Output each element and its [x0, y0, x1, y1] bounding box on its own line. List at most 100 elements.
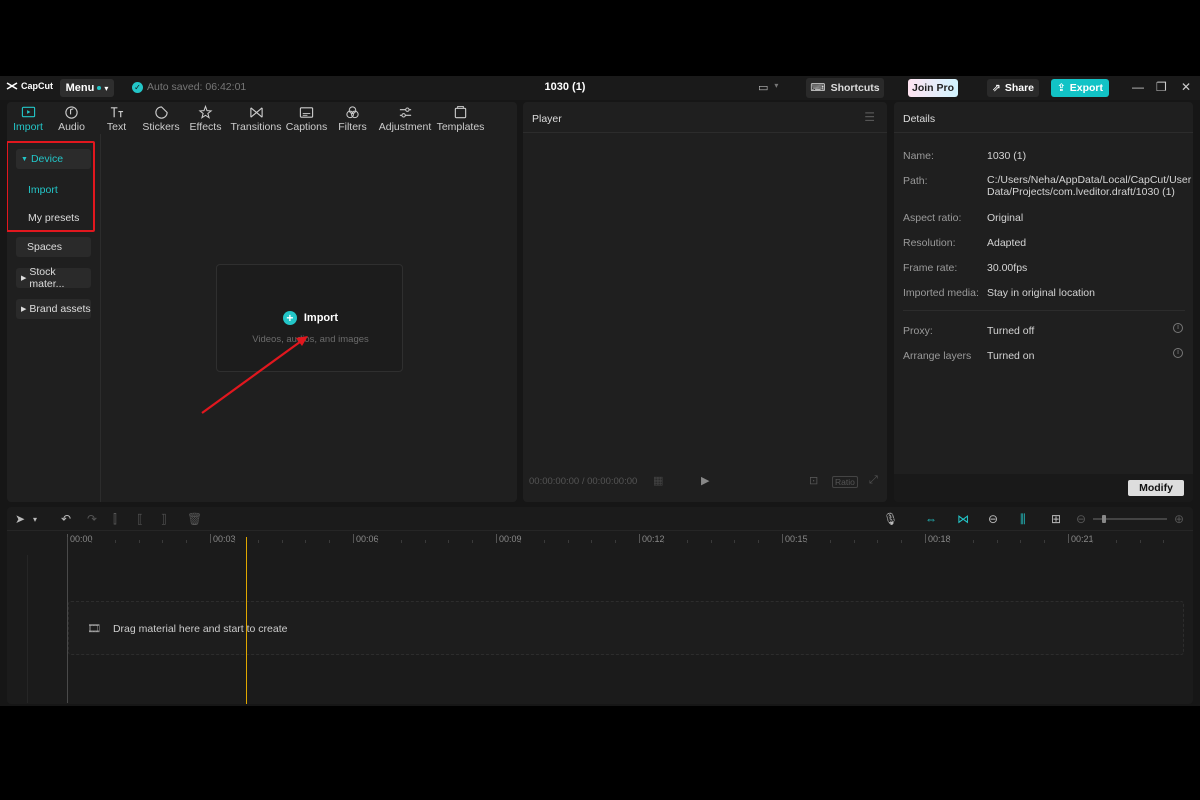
zoom-slider[interactable]	[1093, 515, 1167, 523]
import-hint: Videos, audios, and images	[252, 334, 369, 345]
sidebar-item-label: Brand assets	[29, 303, 91, 315]
ruler-tick-major	[782, 534, 783, 543]
player-timecode: 00:00:00:00 / 00:00:00:00	[529, 476, 638, 487]
zoom-out-icon[interactable]: ⊖	[1076, 512, 1086, 526]
ruler-tick-minor	[948, 540, 950, 543]
screenshot-icon[interactable]: ⊞	[1051, 512, 1061, 526]
tab-label: Stickers	[142, 121, 180, 133]
ruler-tick-minor	[615, 540, 617, 543]
close-icon[interactable]: ✕	[1181, 80, 1191, 94]
import-label: Import	[303, 312, 339, 324]
sidebar-item-stock-material[interactable]: ▶ Stock mater...	[16, 266, 91, 290]
player-title: Player	[532, 113, 562, 125]
capcut-window: CapCut Menu ▾ ✓ Auto saved: 06:42:01 103…	[0, 76, 1200, 706]
details-title: Details	[903, 113, 936, 125]
sidebar-item-spaces[interactable]: Spaces	[16, 237, 91, 257]
import-icon	[21, 106, 35, 118]
tab-transitions[interactable]: Transitions	[228, 102, 284, 133]
timeline-ruler[interactable]: 00:00 00:03 00:06 00:09 00:12 00:15 00:18 00:21	[7, 531, 1193, 551]
tab-stickers[interactable]: Stickers	[139, 102, 183, 133]
ruler-tick-major	[925, 534, 926, 543]
caret-right-icon: ▶	[21, 275, 27, 282]
export-button[interactable]: ⇪ Export	[1051, 79, 1109, 97]
split-left-icon[interactable]: ⟦	[137, 512, 143, 526]
ratio-button[interactable]: Ratio	[832, 476, 858, 488]
tab-templates[interactable]: Templates	[434, 102, 487, 133]
select-cursor-icon[interactable]: ➤	[15, 512, 25, 526]
tab-captions[interactable]: Captions	[284, 102, 329, 133]
text-icon	[110, 107, 124, 118]
sidebar-item-brand-assets[interactable]: ▶ Brand assets	[16, 299, 91, 319]
ruler-tick-minor	[472, 540, 474, 543]
preview-axis-icon[interactable]: ⫼	[1020, 512, 1026, 527]
playhead[interactable]	[246, 537, 247, 704]
details-panel: Details Name: 1030 (1) Path: C:/Users/Ne…	[894, 102, 1193, 502]
tab-label: Filters	[338, 121, 367, 133]
undo-icon[interactable]: ↶	[61, 512, 71, 526]
ruler-tick-label: 00:18	[928, 534, 951, 544]
ruler-tick-minor	[710, 540, 712, 543]
effects-icon	[198, 105, 213, 119]
menu-button[interactable]: Menu ▾	[60, 79, 114, 97]
share-button[interactable]: ⇗ Share	[987, 79, 1039, 97]
ruler-tick-minor	[90, 540, 92, 543]
delete-icon[interactable]: 🗑	[187, 512, 202, 526]
tab-audio[interactable]: Audio	[49, 102, 94, 133]
layout-button[interactable]: ▭ ▾	[758, 81, 778, 94]
zoom-in-icon[interactable]: ⊕	[1174, 512, 1184, 526]
ruler-tick-major	[1068, 534, 1069, 543]
hamburger-icon[interactable]: ☰	[864, 110, 875, 124]
captions-icon	[299, 107, 314, 118]
ruler-tick-major	[496, 534, 497, 543]
shortcuts-button[interactable]: ⌨ Shortcuts	[806, 78, 884, 98]
tab-filters[interactable]: Filters	[329, 102, 376, 133]
fit-screen-icon[interactable]: ⊡	[809, 474, 818, 487]
ruler-tick-minor	[519, 540, 521, 543]
zoom-slider-handle[interactable]	[1102, 515, 1106, 523]
tab-label: Transitions	[230, 121, 282, 133]
ruler-tick-minor	[686, 540, 688, 543]
timeline-view-icon[interactable]: ▦	[653, 474, 663, 487]
minimize-icon[interactable]: —	[1132, 80, 1144, 94]
media-tabs: Import Audio Text Stickers Effects Trans…	[7, 102, 517, 134]
auto-snap-icon[interactable]: ⋈	[957, 512, 969, 526]
ruler-tick-minor	[1115, 540, 1117, 543]
split-icon[interactable]: ⫿	[113, 512, 117, 527]
microphone-icon[interactable]: 🎙	[883, 512, 898, 526]
tab-label: Templates	[436, 121, 485, 133]
player-panel: Player ☰ 00:00:00:00 / 00:00:00:00 ▦ ▶ ⊡…	[523, 102, 887, 502]
tab-text[interactable]: Text	[94, 102, 139, 133]
detail-label-name: Name:	[903, 150, 934, 162]
redo-icon[interactable]: ↷	[87, 512, 97, 526]
info-icon[interactable]: i	[1173, 348, 1183, 358]
ruler-tick-label: 00:09	[499, 534, 522, 544]
ruler-tick-minor	[400, 540, 402, 543]
detail-label-resolution: Resolution:	[903, 237, 956, 249]
detail-label-proxy: Proxy:	[903, 325, 933, 337]
tab-adjustment[interactable]: Adjustment	[376, 102, 434, 133]
play-icon[interactable]: ▶	[701, 474, 709, 487]
info-icon[interactable]: i	[1173, 323, 1183, 333]
restore-icon[interactable]: ❐	[1156, 80, 1167, 94]
capcut-logo: CapCut	[6, 81, 53, 91]
chevron-down-icon[interactable]: ▾	[33, 515, 37, 524]
main-track-drop-zone[interactable]: 🎞 Drag material here and start to create	[68, 601, 1184, 655]
detail-value-path: C:/Users/Neha/AppData/Local/CapCut/User …	[987, 174, 1192, 198]
tab-import[interactable]: Import	[7, 102, 49, 133]
tab-effects[interactable]: Effects	[183, 102, 228, 133]
fullscreen-icon[interactable]: ⤢	[869, 474, 878, 487]
import-drop-zone[interactable]: + Import Videos, audios, and images	[216, 264, 403, 372]
ruler-tick-label: 00:12	[642, 534, 665, 544]
import-button[interactable]: + Import	[217, 311, 404, 325]
modify-button[interactable]: Modify	[1128, 480, 1184, 496]
linkage-icon[interactable]: ⊖	[988, 512, 998, 526]
main-track-magnet-icon[interactable]: ⇔	[925, 512, 937, 526]
ruler-tick-label: 00:03	[213, 534, 236, 544]
tab-label: Adjustment	[378, 121, 432, 133]
ruler-tick-minor	[996, 540, 998, 543]
plus-icon: +	[282, 311, 297, 325]
adjustment-icon	[399, 107, 411, 118]
split-right-icon[interactable]: ⟧	[161, 512, 167, 526]
join-pro-button[interactable]: Join Pro	[908, 79, 958, 97]
export-icon: ⇪	[1056, 82, 1066, 94]
